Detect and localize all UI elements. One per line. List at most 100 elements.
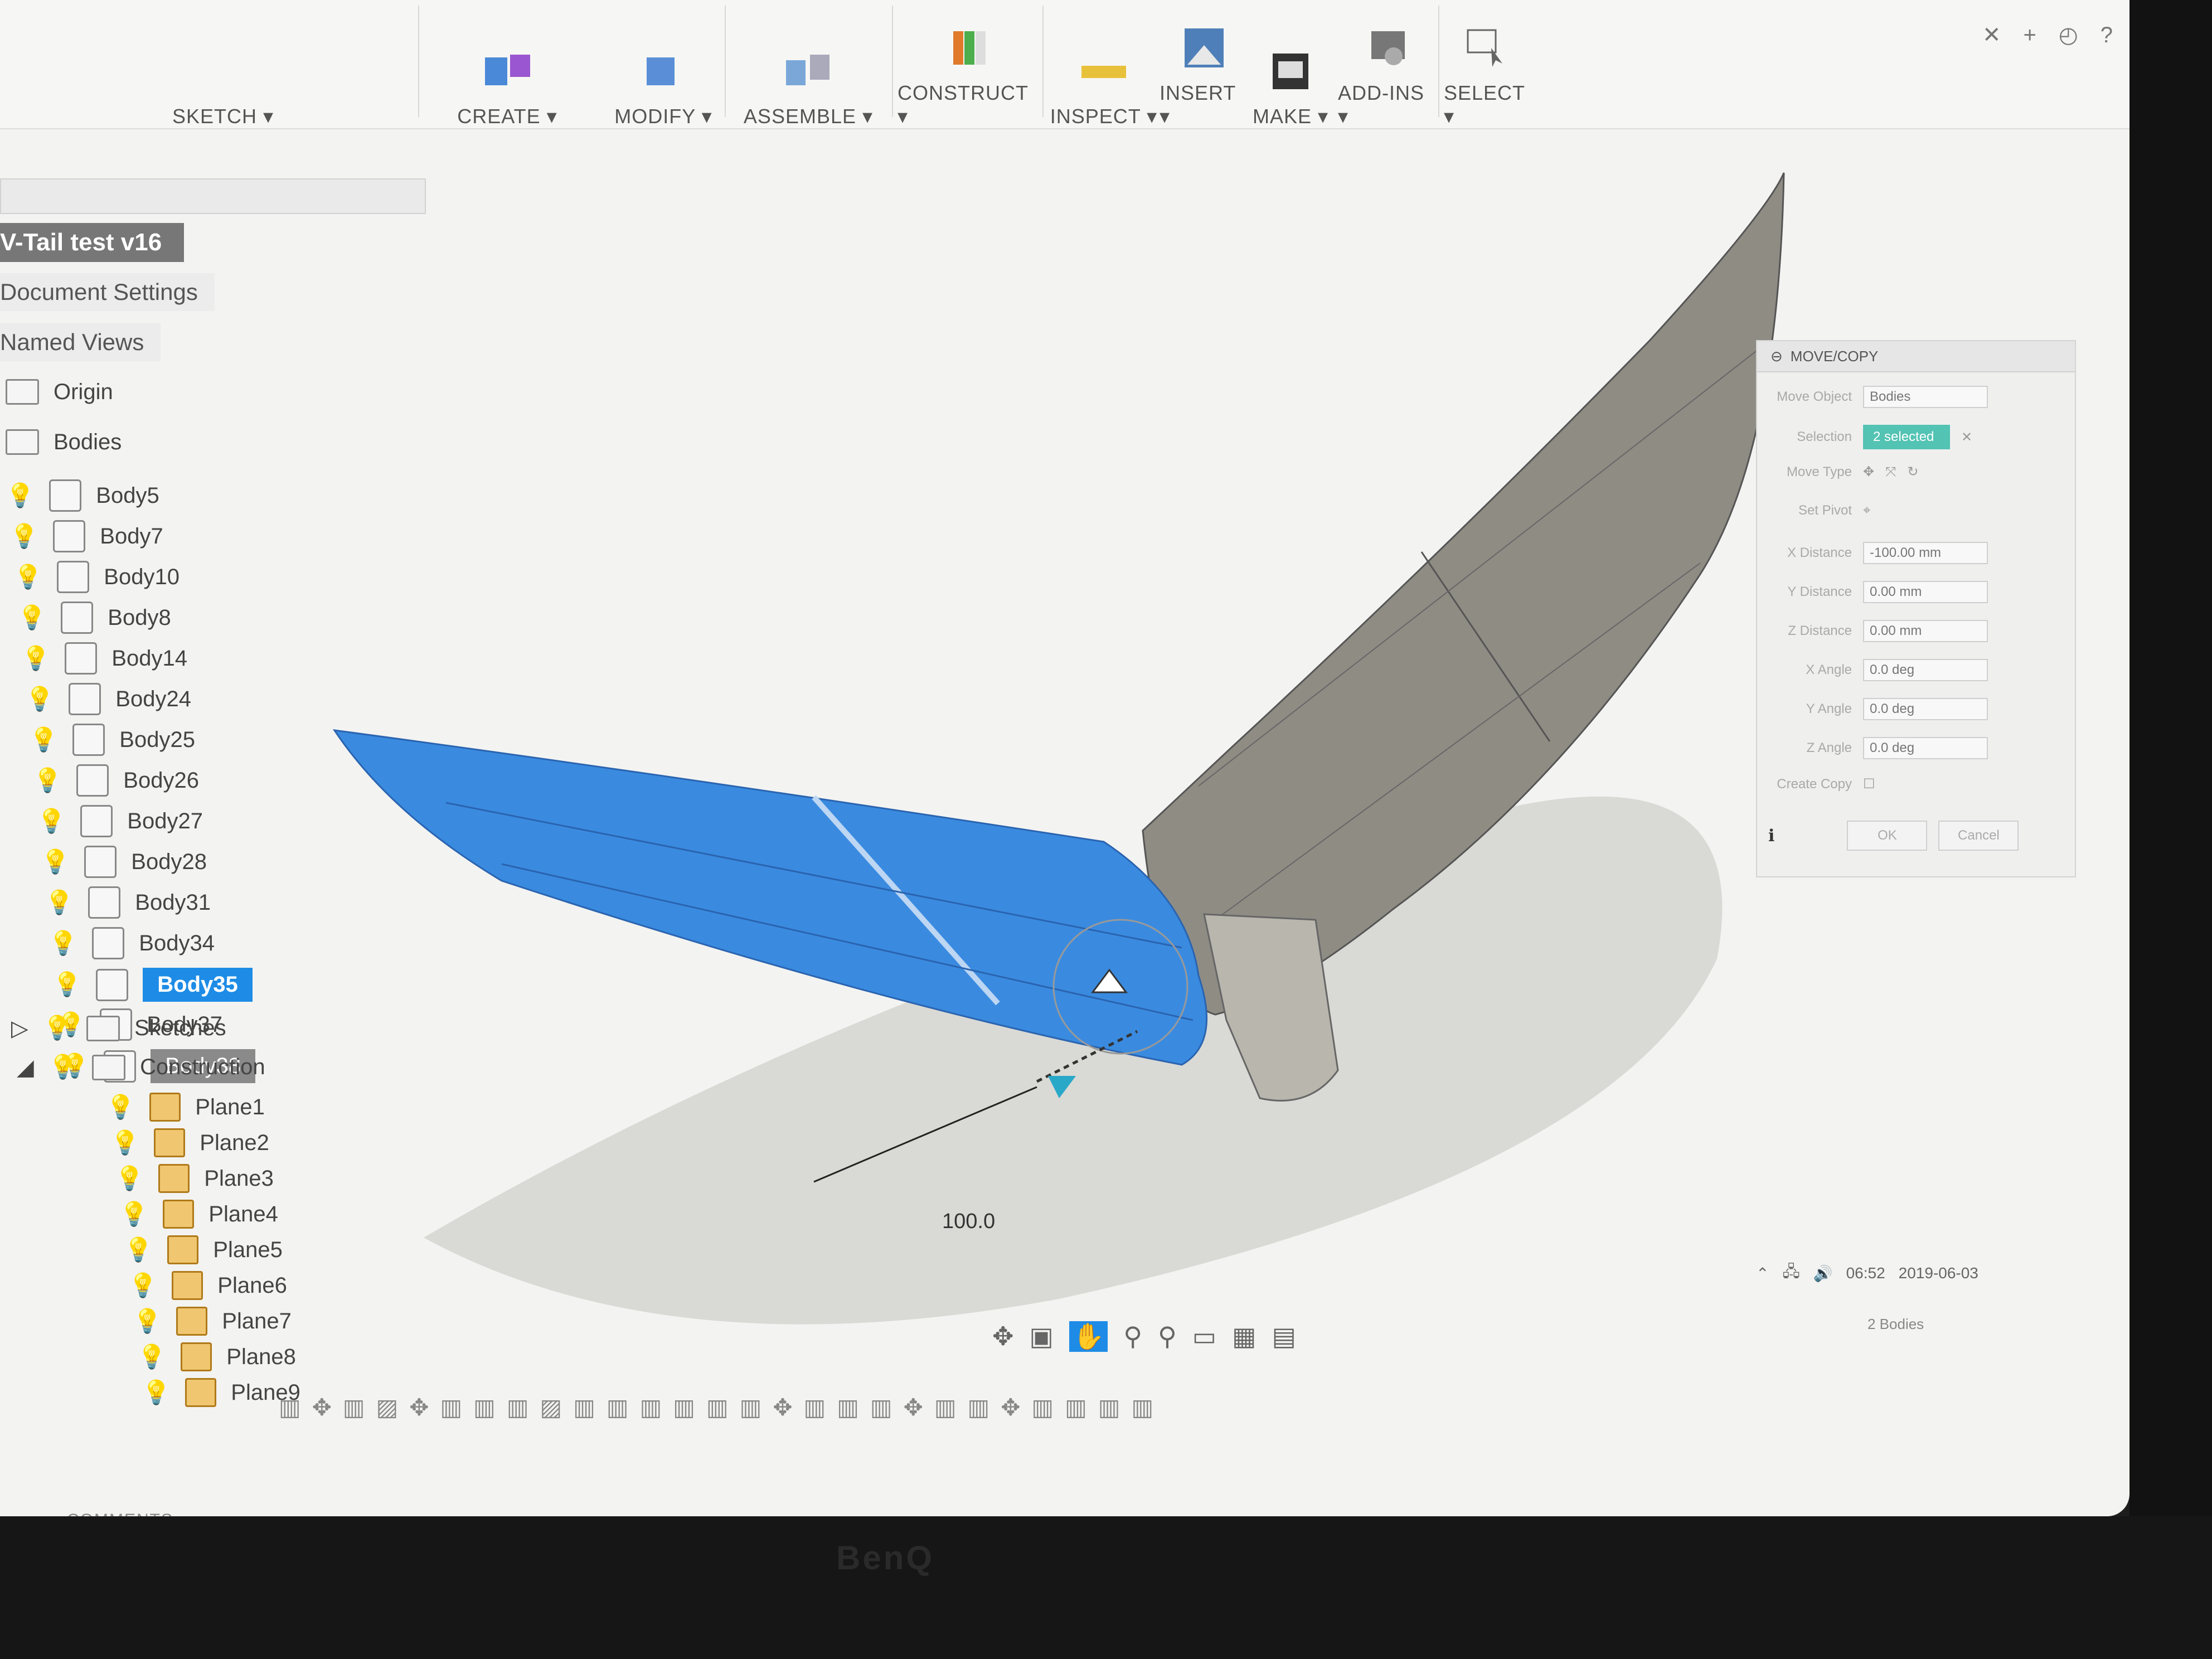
- timeline-feature-icon[interactable]: ▥: [640, 1394, 662, 1438]
- timeline-feature-icon[interactable]: ▥: [473, 1394, 496, 1438]
- ok-button[interactable]: OK: [1847, 821, 1928, 851]
- visibility-bulb-icon[interactable]: 💡: [43, 1015, 72, 1042]
- timeline-feature-icon[interactable]: ▥: [573, 1394, 595, 1438]
- plane-row[interactable]: 💡 Plane7: [133, 1307, 292, 1336]
- timeline-feature-icon[interactable]: ▥: [1065, 1394, 1087, 1438]
- plane-row[interactable]: 💡 Plane5: [124, 1235, 283, 1264]
- timeline-feature-icon[interactable]: ▨: [376, 1394, 399, 1438]
- viewports-icon[interactable]: ▤: [1272, 1321, 1296, 1352]
- x-distance-input[interactable]: -100.00 mm: [1863, 542, 1988, 564]
- construct-menu[interactable]: CONSTRUCT ▾: [898, 0, 1042, 139]
- timeline-feature-icon[interactable]: ✥: [904, 1394, 923, 1438]
- close-tab-icon[interactable]: ✕: [1982, 22, 2001, 48]
- info-icon[interactable]: ℹ: [1768, 826, 1774, 846]
- select-menu[interactable]: SELECT ▾: [1444, 0, 1527, 139]
- timeline-feature-icon[interactable]: ▥: [507, 1394, 529, 1438]
- visibility-bulb-icon[interactable]: 💡: [137, 1343, 166, 1371]
- pan-icon[interactable]: ✋: [1069, 1321, 1108, 1352]
- body-row[interactable]: 💡 Body8: [17, 601, 171, 634]
- body-row[interactable]: 💡 Body24: [25, 683, 191, 715]
- visibility-bulb-icon[interactable]: 💡: [37, 808, 66, 835]
- bodies-row[interactable]: Bodies: [6, 429, 122, 455]
- body-row[interactable]: 💡 Body7: [9, 520, 163, 552]
- move-object-select[interactable]: Bodies: [1863, 386, 1988, 408]
- y-angle-input[interactable]: 0.0 deg: [1863, 698, 1988, 720]
- free-move-icon[interactable]: ✥: [1863, 464, 1874, 480]
- body-row[interactable]: 💡 Body27: [37, 805, 203, 837]
- visibility-bulb-icon[interactable]: 💡: [119, 1201, 148, 1228]
- timeline-feature-icon[interactable]: ✥: [773, 1394, 792, 1438]
- clock-time[interactable]: 06:52: [1846, 1264, 1885, 1282]
- visibility-bulb-icon[interactable]: 💡: [45, 889, 74, 916]
- named-views[interactable]: Named Views: [0, 323, 161, 361]
- create-copy-checkbox[interactable]: ☐: [1863, 776, 1875, 792]
- dimension-value[interactable]: 100.0: [942, 1210, 995, 1234]
- timeline-feature-icon[interactable]: ▨: [540, 1394, 562, 1438]
- insert-menu[interactable]: INSERT ▾: [1160, 0, 1249, 139]
- timeline-feature-icon[interactable]: ▥: [968, 1394, 990, 1438]
- translate-icon[interactable]: ⤧: [1885, 464, 1896, 480]
- help-icon[interactable]: ?: [2101, 23, 2113, 48]
- visibility-bulb-icon[interactable]: 💡: [106, 1094, 135, 1121]
- timeline-feature-icon[interactable]: ▥: [673, 1394, 695, 1438]
- timeline-feature-icon[interactable]: ▥: [343, 1394, 365, 1438]
- visibility-bulb-icon[interactable]: 💡: [29, 726, 58, 754]
- visibility-bulb-icon[interactable]: 💡: [128, 1272, 157, 1299]
- construction-row[interactable]: ◢ 💡 Construction: [17, 1054, 265, 1081]
- inspect-menu[interactable]: INSPECT ▾: [1048, 0, 1160, 139]
- plane-row[interactable]: 💡 Plane4: [119, 1200, 278, 1229]
- zoom-icon[interactable]: ⚲: [1123, 1321, 1142, 1352]
- visibility-bulb-icon[interactable]: 💡: [124, 1236, 153, 1264]
- look-at-icon[interactable]: ▣: [1030, 1321, 1054, 1352]
- sketches-row[interactable]: ▷ 💡 Sketches: [11, 1015, 226, 1042]
- z-distance-input[interactable]: 0.00 mm: [1863, 620, 1988, 642]
- modify-menu[interactable]: MODIFY ▾: [608, 0, 719, 139]
- comments-panel[interactable]: COMMENTS: [67, 1511, 173, 1516]
- z-angle-input[interactable]: 0.0 deg: [1863, 737, 1988, 759]
- new-tab-icon[interactable]: +: [2023, 23, 2036, 48]
- visibility-bulb-icon[interactable]: 💡: [110, 1129, 139, 1157]
- fit-icon[interactable]: ⚲: [1158, 1321, 1177, 1352]
- body-row[interactable]: 💡 Body35: [52, 968, 253, 1002]
- visibility-bulb-icon[interactable]: 💡: [33, 767, 62, 794]
- rotate-icon[interactable]: ↻: [1907, 464, 1918, 480]
- visibility-bulb-icon[interactable]: 💡: [6, 482, 35, 510]
- visibility-bulb-icon[interactable]: 💡: [133, 1308, 162, 1335]
- visibility-bulb-icon[interactable]: 💡: [115, 1165, 144, 1192]
- visibility-bulb-icon[interactable]: 💡: [21, 645, 50, 672]
- timeline-feature-icon[interactable]: ✥: [1001, 1394, 1020, 1438]
- orbit-icon[interactable]: ✥: [992, 1321, 1014, 1352]
- y-distance-input[interactable]: 0.00 mm: [1863, 581, 1988, 603]
- plane-row[interactable]: 💡 Plane9: [142, 1378, 300, 1407]
- visibility-bulb-icon[interactable]: 💡: [25, 686, 54, 713]
- body-row[interactable]: 💡 Body34: [48, 927, 215, 959]
- cancel-button[interactable]: Cancel: [1938, 821, 2019, 851]
- timeline-feature-icon[interactable]: ✥: [312, 1394, 332, 1438]
- visibility-bulb-icon[interactable]: 💡: [52, 971, 81, 998]
- visibility-bulb-icon[interactable]: 💡: [9, 523, 38, 550]
- body-row[interactable]: 💡 Body14: [21, 642, 187, 675]
- collapse-arrow-icon[interactable]: ◢: [17, 1055, 34, 1080]
- body-row[interactable]: 💡 Body10: [13, 561, 180, 593]
- assemble-menu[interactable]: ASSEMBLE ▾: [736, 0, 881, 139]
- clear-selection-icon[interactable]: ✕: [1961, 429, 1972, 445]
- timeline-feature-icon[interactable]: ▥: [870, 1394, 892, 1438]
- timeline-feature-icon[interactable]: ▥: [440, 1394, 462, 1438]
- visibility-bulb-icon[interactable]: 💡: [142, 1379, 171, 1406]
- pivot-icon[interactable]: ⌖: [1863, 503, 1871, 518]
- body-row[interactable]: 💡 Body31: [45, 886, 211, 919]
- x-angle-input[interactable]: 0.0 deg: [1863, 659, 1988, 681]
- visibility-bulb-icon[interactable]: 💡: [17, 604, 46, 632]
- body-row[interactable]: 💡 Body5: [6, 479, 159, 512]
- make-menu[interactable]: MAKE ▾: [1249, 0, 1332, 139]
- visibility-bulb-icon[interactable]: 💡: [48, 1054, 77, 1081]
- origin-row[interactable]: Origin: [6, 379, 113, 405]
- timeline-feature-icon[interactable]: ▥: [1131, 1394, 1153, 1438]
- body-row[interactable]: 💡 Body26: [33, 764, 199, 797]
- create-menu[interactable]: CREATE ▾: [446, 0, 569, 139]
- timeline-feature-icon[interactable]: ▥: [706, 1394, 729, 1438]
- document-settings[interactable]: Document Settings: [0, 273, 215, 311]
- timeline-feature-icon[interactable]: ▥: [607, 1394, 629, 1438]
- visibility-bulb-icon[interactable]: 💡: [48, 930, 77, 957]
- timeline-feature-icon[interactable]: ▥: [1098, 1394, 1120, 1438]
